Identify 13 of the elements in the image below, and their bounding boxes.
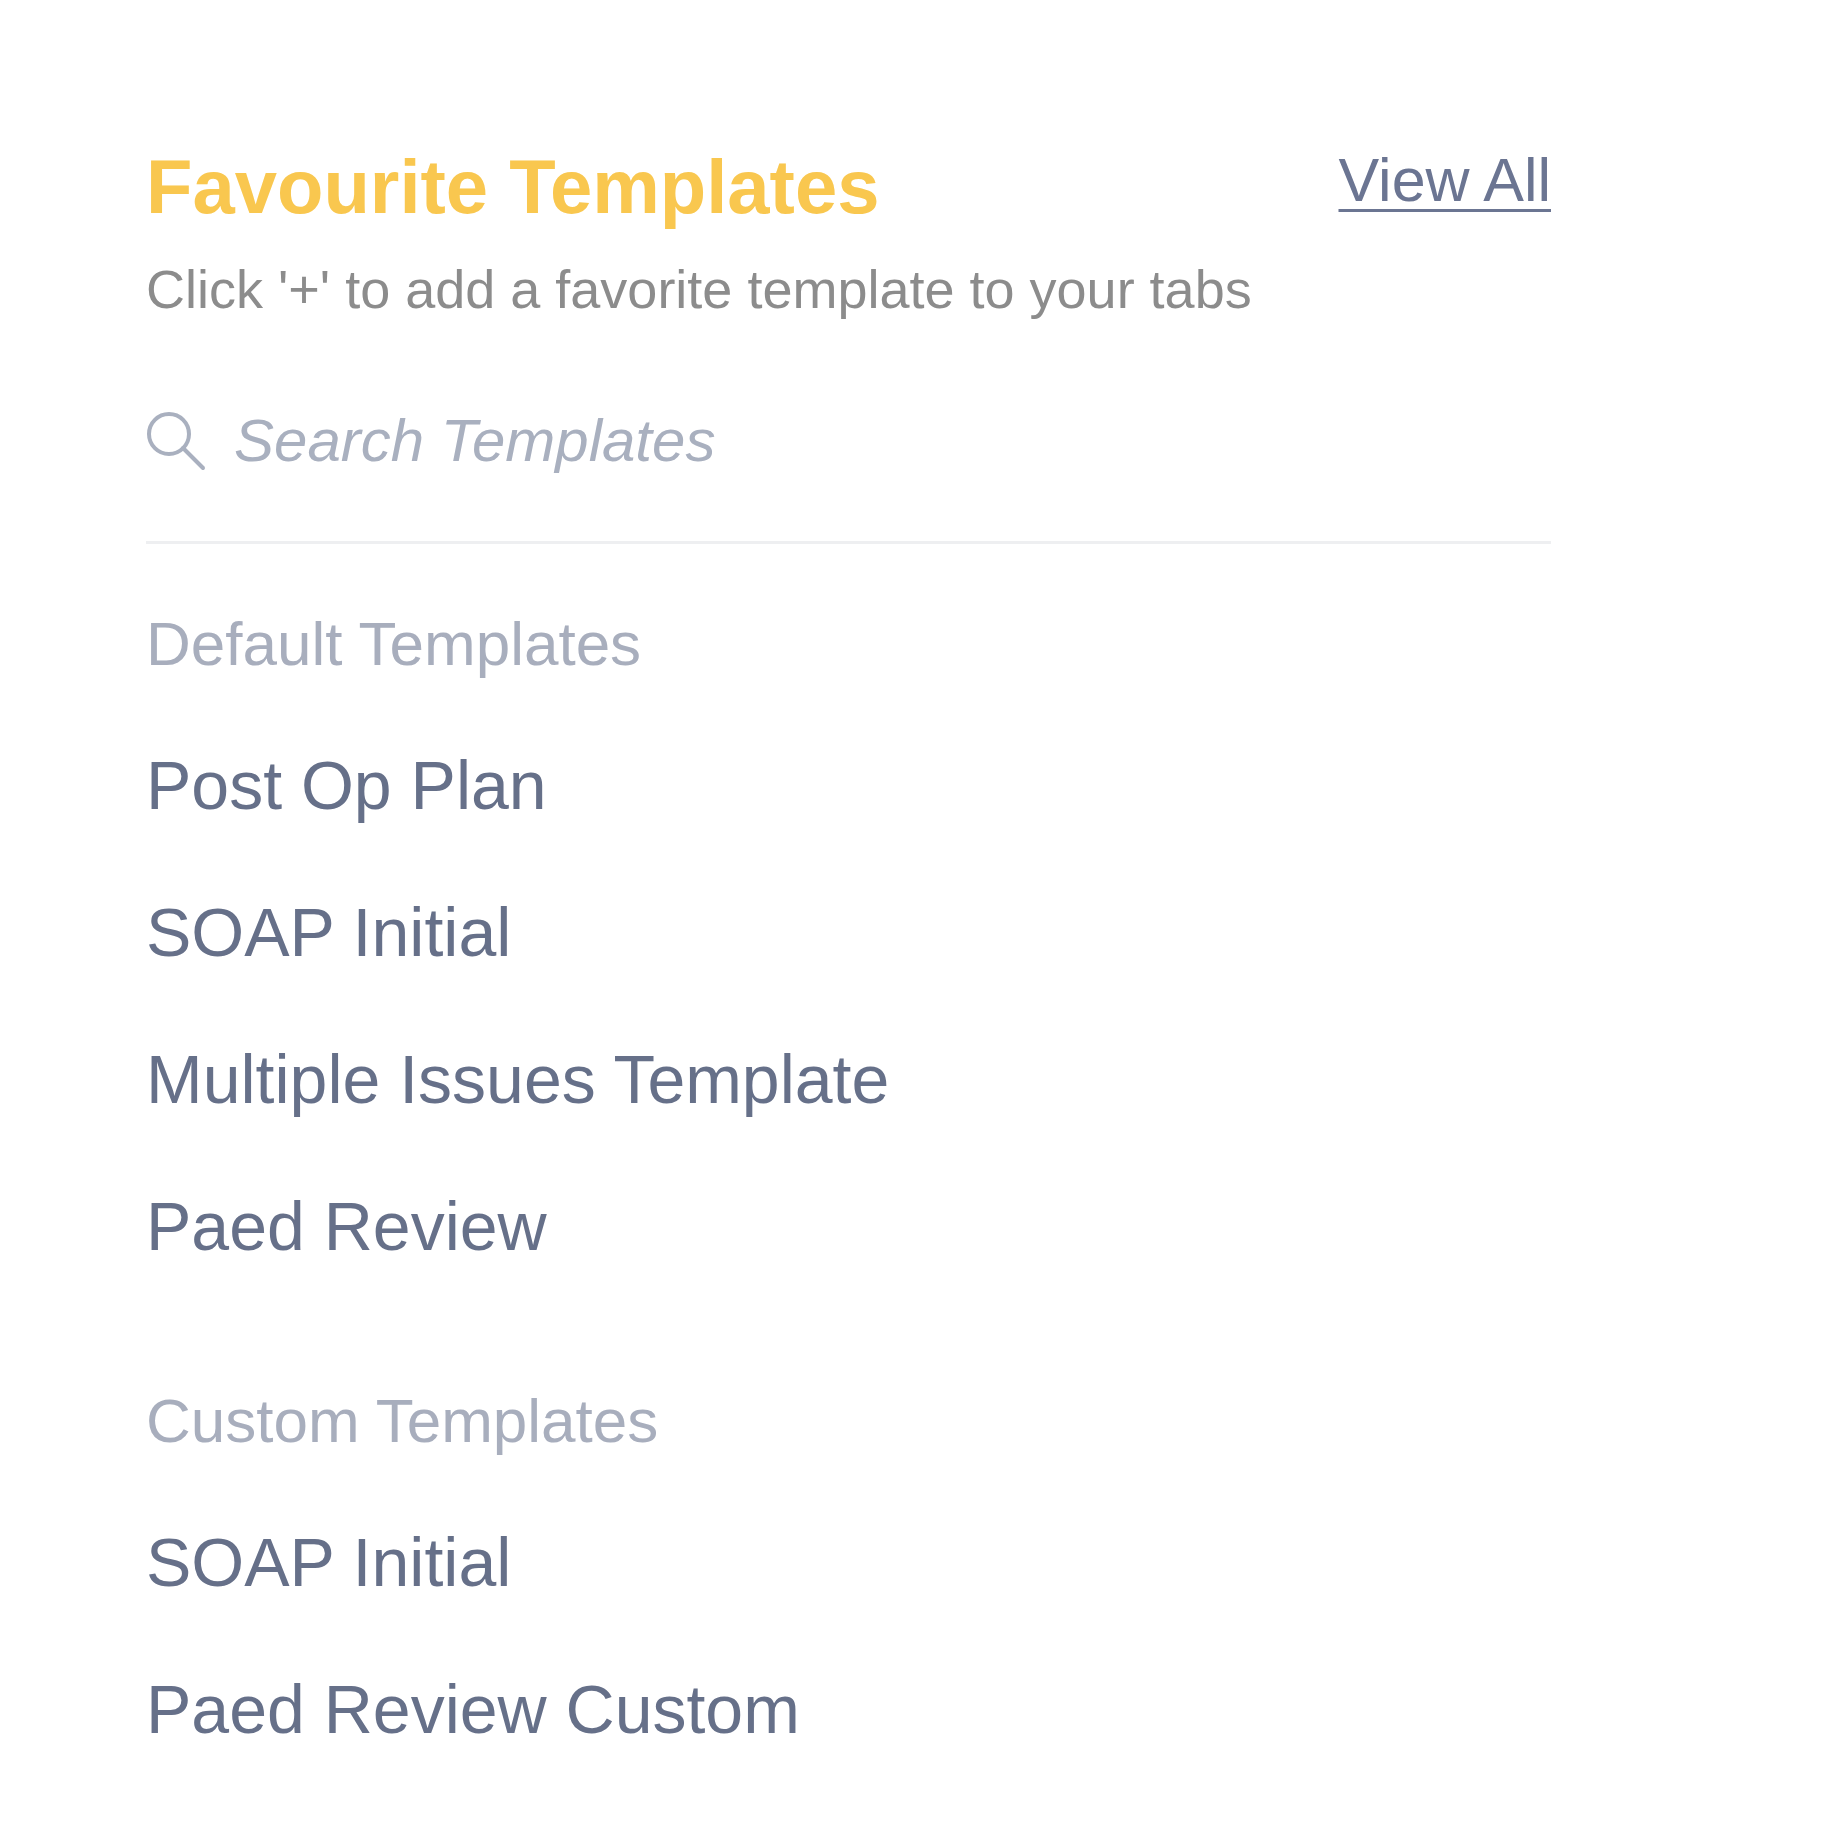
template-item[interactable]: SOAP Initial xyxy=(146,1522,512,1602)
search-icon xyxy=(146,411,206,471)
section-heading: Default Templates xyxy=(146,608,643,680)
template-item[interactable]: Multiple Issues Template xyxy=(146,1039,890,1119)
section-heading: Custom Templates xyxy=(146,1385,660,1457)
page-title: Favourite Templates xyxy=(146,143,880,231)
template-item[interactable]: SOAP Initial xyxy=(146,892,512,972)
template-item[interactable]: Post Op Plan xyxy=(146,745,547,825)
view-all-link[interactable]: View All xyxy=(1338,144,1551,216)
subtitle-text: Click '+' to add a favorite template to your tabs xyxy=(146,258,1253,321)
template-item[interactable]: Paed Review xyxy=(146,1186,547,1266)
search-field[interactable]: Search Templates xyxy=(234,407,1551,475)
template-item[interactable]: Paed Review Custom xyxy=(146,1669,800,1749)
